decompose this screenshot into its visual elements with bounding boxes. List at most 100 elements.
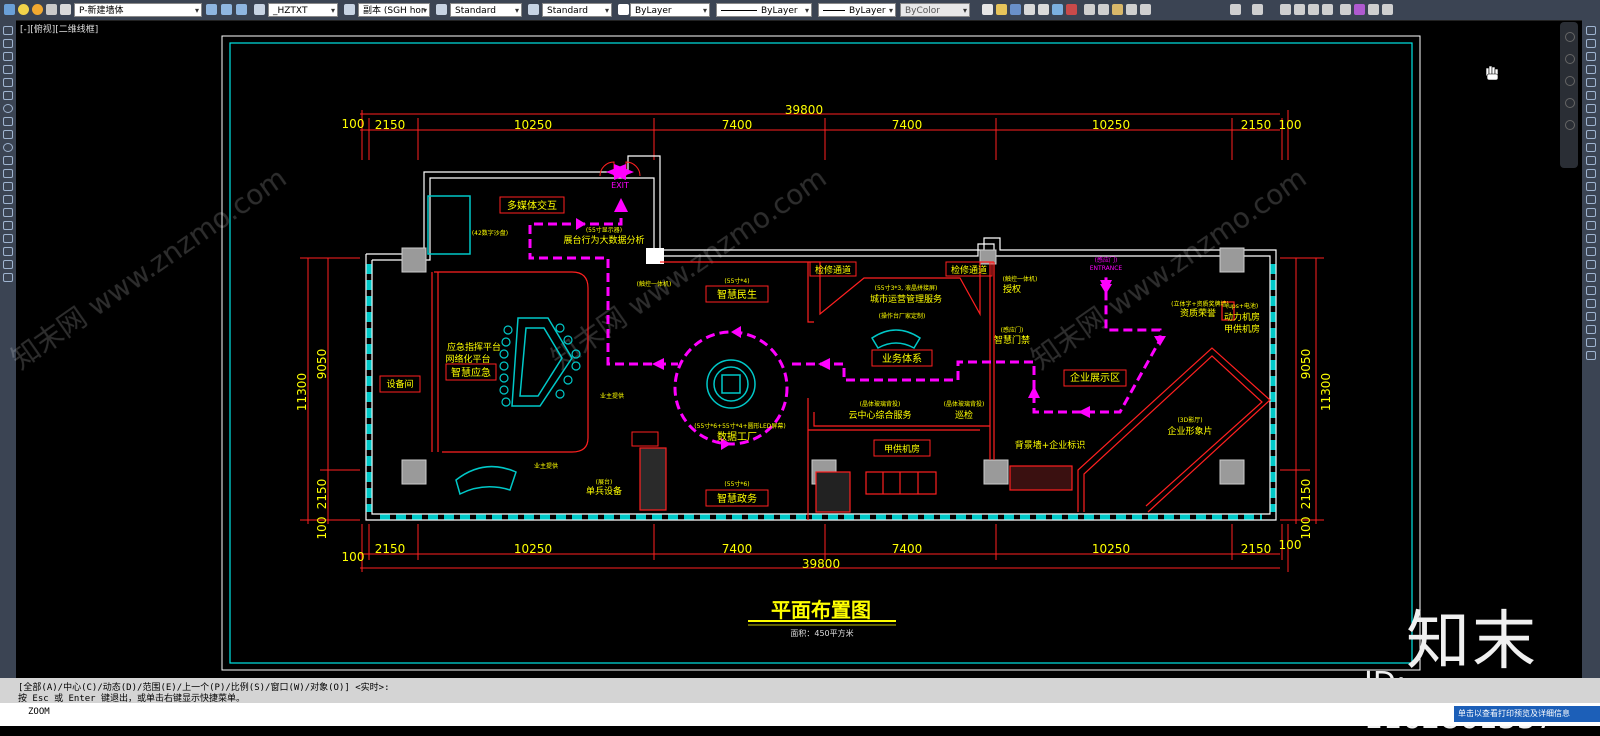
dim-style-font-select[interactable]: 副本 (SGH hor ▾ — [358, 3, 430, 17]
orbit-nav-icon[interactable] — [1565, 98, 1575, 108]
zoom-previous-icon[interactable] — [1322, 4, 1333, 15]
open-file-icon[interactable] — [996, 4, 1007, 15]
construction-line-icon[interactable] — [3, 39, 13, 48]
layer-manager-icon[interactable] — [4, 4, 15, 15]
align-icon[interactable] — [1586, 234, 1596, 243]
plot-preview-icon[interactable] — [1038, 4, 1049, 15]
group-icon[interactable] — [1586, 260, 1596, 269]
drawing-canvas[interactable]: 知末网 www.znzmo.com 知末网 www.znzmo.com 知末网 … — [0, 0, 1600, 726]
copy-icon[interactable] — [1098, 4, 1109, 15]
make-block-icon[interactable] — [3, 182, 13, 191]
table-icon[interactable] — [3, 247, 13, 256]
array-icon[interactable] — [1586, 78, 1596, 87]
chamfer-icon[interactable] — [1586, 195, 1596, 204]
text-style-select[interactable]: _HZTXT ▾ — [268, 3, 338, 17]
dim-style-icon[interactable] — [344, 4, 355, 15]
command-input[interactable]: ZOOM — [0, 703, 1600, 726]
revision-cloud-icon[interactable] — [3, 117, 13, 126]
sun-icon[interactable] — [32, 4, 43, 15]
pan-icon[interactable] — [1280, 4, 1291, 15]
point-icon[interactable] — [3, 195, 13, 204]
trim-icon[interactable] — [1586, 143, 1596, 152]
join-icon[interactable] — [1586, 182, 1596, 191]
redo-icon[interactable] — [1252, 4, 1263, 15]
showmotion-icon[interactable] — [1565, 120, 1575, 130]
3d-dwf-icon[interactable] — [1066, 4, 1077, 15]
print-preview-link[interactable]: 单击以查看打印预览及详细信息 — [1454, 706, 1600, 722]
spline-icon[interactable] — [3, 130, 13, 139]
new-file-icon[interactable] — [982, 4, 993, 15]
match-layer-icon[interactable] — [221, 4, 232, 15]
erase-icon[interactable] — [1586, 26, 1596, 35]
polygon-icon[interactable] — [3, 65, 13, 74]
viewport-label[interactable]: [-][俯视][二维线框] — [20, 22, 98, 35]
scale-icon[interactable] — [1586, 117, 1596, 126]
add-selected-icon[interactable] — [3, 273, 13, 282]
explode-icon[interactable] — [1586, 221, 1596, 230]
spline-edit-icon[interactable] — [1586, 312, 1596, 321]
design-center-icon[interactable] — [1354, 4, 1365, 15]
arc-icon[interactable] — [3, 91, 13, 100]
break-icon[interactable] — [1586, 169, 1596, 178]
mleader-style-icon[interactable] — [528, 4, 539, 15]
ellipse-icon[interactable] — [3, 143, 13, 152]
attribute-edit-icon[interactable] — [1586, 325, 1596, 334]
lineweight-select[interactable]: ByLayer ▾ — [818, 3, 896, 17]
dim-style-select[interactable]: Standard ▾ — [450, 3, 522, 17]
gradient-icon[interactable] — [3, 221, 13, 230]
hatch-icon[interactable] — [3, 208, 13, 217]
match-properties-icon[interactable] — [1126, 4, 1137, 15]
tool-palettes-icon[interactable] — [1368, 4, 1379, 15]
multiline-text-icon[interactable] — [3, 260, 13, 269]
help-icon[interactable] — [1382, 4, 1393, 15]
draworder-icon[interactable] — [1586, 247, 1596, 256]
zoom-window-icon[interactable] — [1308, 4, 1319, 15]
cut-icon[interactable] — [1084, 4, 1095, 15]
text-style-icon[interactable] — [254, 4, 265, 15]
make-current-icon[interactable] — [206, 4, 217, 15]
extend-icon[interactable] — [1586, 156, 1596, 165]
layer-color-icon[interactable] — [60, 4, 71, 15]
command-input-text[interactable]: ZOOM — [28, 707, 50, 717]
plot-icon[interactable] — [1024, 4, 1035, 15]
linetype-select[interactable]: ByLayer ▾ — [716, 3, 812, 17]
bulb-icon[interactable] — [18, 4, 29, 15]
stretch-icon[interactable] — [1586, 130, 1596, 139]
circle-icon[interactable] — [3, 104, 13, 113]
color-swatch-icon[interactable] — [618, 4, 629, 15]
mirror-icon[interactable] — [1586, 52, 1596, 61]
block-editor-icon[interactable] — [1140, 4, 1151, 15]
region-icon[interactable] — [3, 234, 13, 243]
table-style-select[interactable]: Standard ▾ — [542, 3, 612, 17]
fillet-icon[interactable] — [1586, 208, 1596, 217]
polyline-icon[interactable] — [3, 52, 13, 61]
polyline-edit-icon[interactable] — [1586, 299, 1596, 308]
steering-wheel-icon[interactable] — [1565, 32, 1575, 42]
line-icon[interactable] — [3, 26, 13, 35]
layer-select[interactable]: P-新建墙体 ▾ — [74, 3, 202, 17]
paste-icon[interactable] — [1112, 4, 1123, 15]
copy-object-icon[interactable] — [1586, 39, 1596, 48]
dimension-icon[interactable] — [1586, 351, 1596, 360]
save-icon[interactable] — [1010, 4, 1021, 15]
ellipse-arc-icon[interactable] — [3, 156, 13, 165]
undo-icon[interactable] — [1230, 4, 1241, 15]
zoom-nav-icon[interactable] — [1565, 76, 1575, 86]
lock-icon[interactable] — [46, 4, 57, 15]
pan-nav-icon[interactable] — [1565, 54, 1575, 64]
block-attribute-icon[interactable] — [1586, 338, 1596, 347]
insert-block-icon[interactable] — [3, 169, 13, 178]
rotate-icon[interactable] — [1586, 104, 1596, 113]
ungroup-icon[interactable] — [1586, 273, 1596, 282]
zoom-realtime-icon[interactable] — [1294, 4, 1305, 15]
previous-layer-icon[interactable] — [236, 4, 247, 15]
hatch-edit-icon[interactable] — [1586, 286, 1596, 295]
color-select[interactable]: ByLayer ▾ — [630, 3, 710, 17]
publish-icon[interactable] — [1052, 4, 1063, 15]
move-icon[interactable] — [1586, 91, 1596, 100]
rectangle-icon[interactable] — [3, 78, 13, 87]
plot-style-select[interactable]: ByColor ▾ — [900, 3, 970, 17]
table-style-icon[interactable] — [436, 4, 447, 15]
offset-icon[interactable] — [1586, 65, 1596, 74]
properties-icon[interactable] — [1340, 4, 1351, 15]
